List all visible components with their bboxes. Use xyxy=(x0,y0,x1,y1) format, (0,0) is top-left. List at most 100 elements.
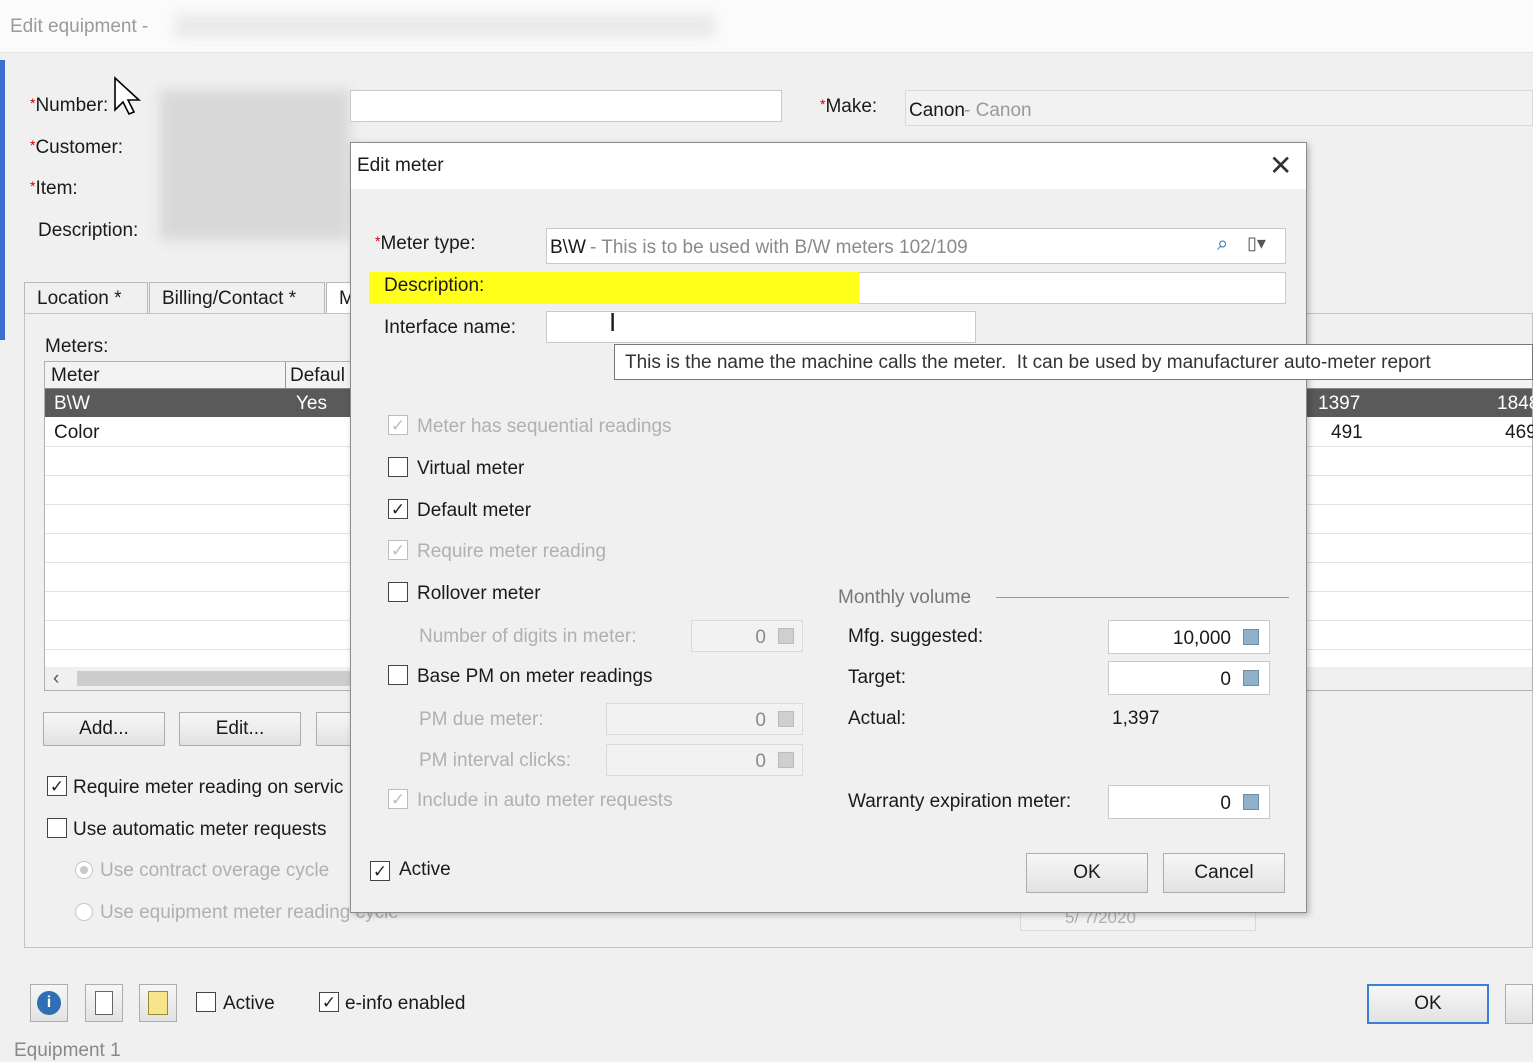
default-meter-label: Default meter xyxy=(417,500,532,521)
target-input[interactable]: 0 xyxy=(1108,661,1270,695)
monthly-volume-divider xyxy=(996,597,1289,598)
info-icon: i xyxy=(37,991,61,1015)
make-input[interactable]: Canon - Canon xyxy=(905,90,1533,126)
digits-value: 0 xyxy=(755,627,766,648)
target-value: 0 xyxy=(1220,669,1231,690)
row-v2: 1848 xyxy=(1497,393,1533,414)
calculator-icon[interactable] xyxy=(1243,670,1259,686)
number-input[interactable] xyxy=(350,90,782,122)
scroll-thumb[interactable] xyxy=(77,671,357,686)
contract-cycle-label: Use contract overage cycle xyxy=(100,860,330,881)
actual-value: 1,397 xyxy=(1112,708,1160,729)
calculator-icon[interactable] xyxy=(778,711,794,727)
calculator-icon[interactable] xyxy=(778,752,794,768)
calculator-icon[interactable] xyxy=(1243,794,1259,810)
pm-interval-label: PM interval clicks: xyxy=(419,750,572,771)
document-icon xyxy=(148,991,168,1015)
dialog-active-label: Active xyxy=(399,859,451,880)
row-v1: 491 xyxy=(1331,422,1363,443)
mfg-suggested-label: Mfg. suggested: xyxy=(848,626,984,647)
description-label: Description: xyxy=(384,275,485,296)
meter-type-label: *Meter type: xyxy=(375,233,476,254)
equipment-cancel-button[interactable] xyxy=(1505,984,1533,1024)
equipment-cycle-radio[interactable] xyxy=(75,903,93,921)
include-auto-label: Include in auto meter requests xyxy=(417,790,673,811)
calculator-icon[interactable] xyxy=(778,628,794,644)
edit-meter-dialog: Edit meter ✕ *Meter type: B\W - This is … xyxy=(350,142,1307,913)
search-icon[interactable]: ⌕ xyxy=(1217,233,1228,256)
notes-button[interactable] xyxy=(85,984,123,1022)
include-auto-checkbox[interactable]: ✓ xyxy=(388,789,408,809)
calculator-icon[interactable] xyxy=(1243,629,1259,645)
mfg-suggested-input[interactable]: 10,000 xyxy=(1108,620,1270,654)
require-reading-label: Require meter reading on servic xyxy=(73,777,344,798)
active-checkbox[interactable] xyxy=(196,992,216,1012)
row-meter: B\W xyxy=(54,393,90,414)
dialog-active-checkbox[interactable]: ✓ xyxy=(370,861,390,881)
description-label: Description: xyxy=(38,220,139,241)
row-default: Yes xyxy=(296,393,327,414)
column-default[interactable]: Defaul xyxy=(290,365,345,387)
pm-due-label: PM due meter: xyxy=(419,709,544,730)
item-label: *Item: xyxy=(30,178,78,199)
dialog-cancel-button[interactable]: Cancel xyxy=(1163,853,1285,893)
virtual-meter-checkbox[interactable] xyxy=(388,457,408,477)
rollover-meter-checkbox[interactable] xyxy=(388,582,408,602)
interface-name-label: Interface name: xyxy=(384,317,517,338)
make-value: Canon xyxy=(909,100,965,121)
window-title-blurred xyxy=(175,14,715,38)
edit-meter-button[interactable]: Edit... xyxy=(179,712,301,746)
number-label: *Number: xyxy=(30,95,109,116)
base-pm-label: Base PM on meter readings xyxy=(417,666,653,687)
monthly-volume-label: Monthly volume xyxy=(838,587,972,608)
auto-requests-label: Use automatic meter requests xyxy=(73,819,327,840)
base-pm-checkbox[interactable] xyxy=(388,665,408,685)
meters-label: Meters: xyxy=(45,336,109,357)
actual-label: Actual: xyxy=(848,708,907,729)
digits-input[interactable]: 0 xyxy=(691,620,803,652)
interface-name-tooltip: This is the name the machine calls the m… xyxy=(614,344,1533,380)
lookup-dropdown-icon[interactable]: ▯▾ xyxy=(1247,233,1266,254)
digits-label: Number of digits in meter: xyxy=(419,626,637,647)
blurred-values xyxy=(160,90,350,240)
require-reading-label: Require meter reading xyxy=(417,541,607,562)
left-edge-accent xyxy=(0,60,5,340)
require-reading-checkbox[interactable]: ✓ xyxy=(388,540,408,560)
einfo-checkbox[interactable]: ✓ xyxy=(319,992,339,1012)
text-cursor-icon: I xyxy=(609,307,617,337)
close-icon[interactable]: ✕ xyxy=(1269,149,1292,182)
documents-button[interactable] xyxy=(139,984,177,1022)
auto-requests-checkbox[interactable] xyxy=(47,818,67,838)
sequential-label: Meter has sequential readings xyxy=(417,416,672,437)
column-divider xyxy=(285,362,286,388)
dialog-ok-button[interactable]: OK xyxy=(1026,853,1148,893)
rollover-meter-label: Rollover meter xyxy=(417,583,541,604)
make-secondary: - Canon xyxy=(964,100,1032,121)
einfo-label: e-info enabled xyxy=(345,993,466,1014)
equipment-ok-button[interactable]: OK xyxy=(1367,984,1489,1024)
sequential-checkbox[interactable]: ✓ xyxy=(388,415,408,435)
description-input[interactable] xyxy=(859,272,1286,304)
row-meter: Color xyxy=(54,422,100,443)
customer-label: *Customer: xyxy=(30,137,124,158)
tab-billing-contact[interactable]: Billing/Contact * xyxy=(149,282,325,314)
pm-interval-input[interactable]: 0 xyxy=(606,744,803,776)
scroll-left-icon[interactable]: ‹ xyxy=(53,668,59,690)
target-label: Target: xyxy=(848,667,907,688)
meter-type-desc: - This is to be used with B/W meters 102… xyxy=(590,237,968,258)
pm-due-input[interactable]: 0 xyxy=(606,703,803,735)
virtual-meter-label: Virtual meter xyxy=(417,458,525,479)
column-meter[interactable]: Meter xyxy=(51,365,100,387)
title-bar: Edit equipment - xyxy=(0,0,1533,53)
warranty-input[interactable]: 0 xyxy=(1108,785,1270,819)
pm-due-value: 0 xyxy=(755,710,766,731)
meter-type-input[interactable]: B\W - This is to be used with B/W meters… xyxy=(546,228,1286,264)
info-button[interactable]: i xyxy=(30,984,68,1022)
require-reading-checkbox[interactable]: ✓ xyxy=(47,776,67,796)
note-icon xyxy=(95,991,113,1015)
tab-location[interactable]: Location * xyxy=(24,282,148,314)
default-meter-checkbox[interactable]: ✓ xyxy=(388,499,408,519)
add-meter-button[interactable]: Add... xyxy=(43,712,165,746)
contract-cycle-radio[interactable] xyxy=(75,861,93,879)
pm-interval-value: 0 xyxy=(755,751,766,772)
